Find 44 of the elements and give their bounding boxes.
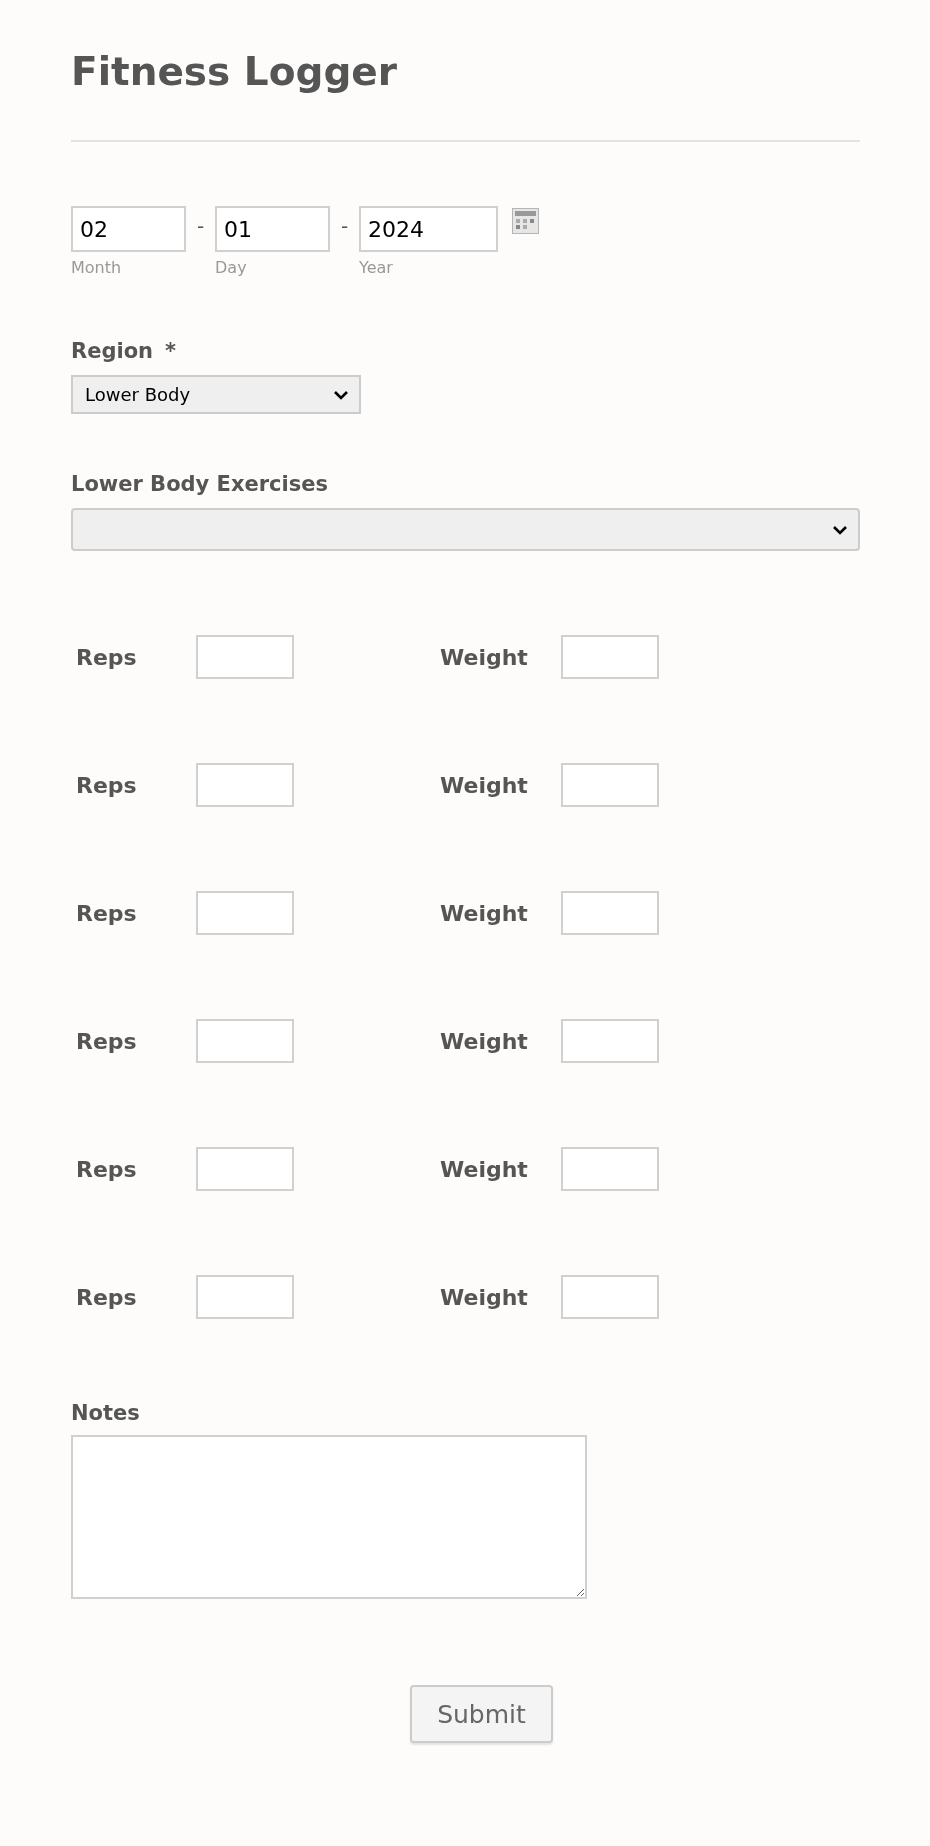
reps-field[interactable] (196, 763, 294, 807)
weight-label: Weight (440, 1156, 529, 1182)
weight-field[interactable] (561, 1019, 659, 1063)
date-field-label: Day (215, 258, 248, 277)
weight-field[interactable] (561, 1275, 659, 1319)
weight-field[interactable] (561, 635, 659, 679)
reps-label: Reps (76, 772, 138, 798)
weight-field[interactable] (561, 763, 659, 807)
reps-label: Reps (76, 900, 138, 926)
exercise-dropdown[interactable] (71, 508, 860, 551)
reps-field[interactable] (196, 1275, 294, 1319)
field-label: Notes (71, 1401, 141, 1425)
date-field[interactable]: 2024 (359, 206, 498, 252)
reps-label: Reps (76, 1028, 138, 1054)
weight-field[interactable] (561, 1147, 659, 1191)
date-field[interactable]: 01 (215, 206, 330, 252)
weight-label: Weight (440, 1284, 529, 1310)
reps-label: Reps (76, 644, 138, 670)
chevron-down-icon (832, 524, 848, 535)
weight-label: Weight (440, 644, 529, 670)
reps-label: Reps (76, 1284, 138, 1310)
reps-field[interactable] (196, 635, 294, 679)
date-separator: - (195, 213, 206, 240)
date-separator: - (339, 213, 350, 240)
required-mark: * (165, 339, 176, 363)
reps-field[interactable] (196, 1147, 294, 1191)
reps-field[interactable] (196, 1019, 294, 1063)
reps-field[interactable] (196, 891, 294, 935)
weight-label: Weight (440, 772, 529, 798)
field-label: Lower Body Exercises (71, 472, 329, 496)
submit-button[interactable]: Submit (410, 1685, 553, 1743)
region-dropdown[interactable]: Lower Body (71, 375, 361, 414)
form-title: Fitness Logger (71, 48, 399, 96)
date-field-label: Month (71, 258, 123, 277)
calendar-icon[interactable] (512, 208, 539, 234)
chevron-down-icon (333, 389, 349, 400)
date-field[interactable]: 02 (71, 206, 186, 252)
reps-label: Reps (76, 1156, 138, 1182)
field-label: Region (71, 339, 154, 363)
date-field-label: Year (359, 258, 394, 277)
weight-field[interactable] (561, 891, 659, 935)
notes-field[interactable] (71, 1435, 587, 1599)
weight-label: Weight (440, 900, 529, 926)
weight-label: Weight (440, 1028, 529, 1054)
